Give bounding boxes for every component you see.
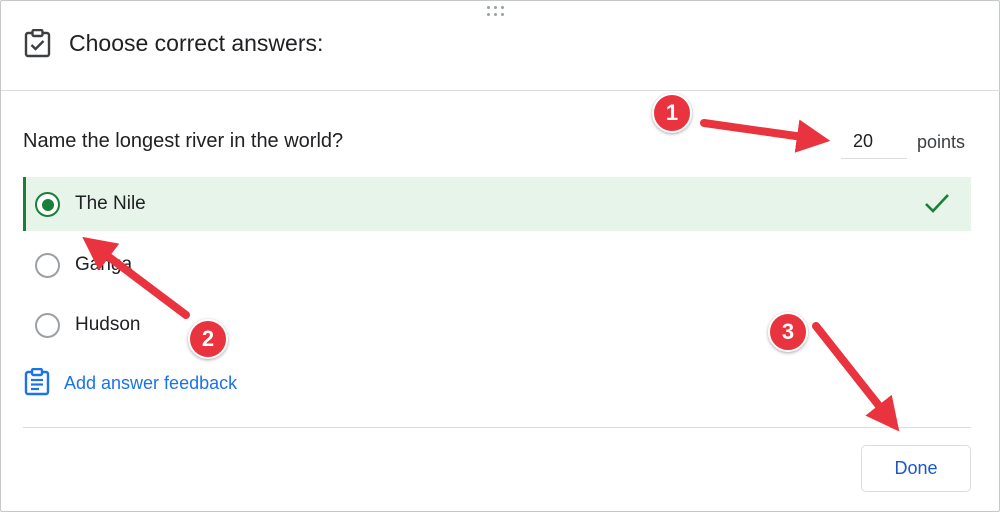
feedback-clipboard-icon (24, 368, 50, 396)
assignment-check-icon (24, 29, 51, 58)
answer-option[interactable]: Hudson (23, 298, 971, 352)
dialog-frame: Choose correct answers: Name the longest… (0, 0, 1000, 512)
points-label: points (917, 132, 966, 152)
answer-option-correct[interactable]: The Nile (23, 177, 971, 231)
check-icon (925, 194, 949, 213)
answer-option[interactable]: Ganga (23, 238, 971, 292)
question-text: Name the longest river in the world? (23, 130, 344, 152)
answer-option-label: The Nile (75, 193, 146, 214)
annotation-badge-1: 1 (652, 93, 692, 133)
annotation-badge-2: 2 (188, 319, 228, 359)
dialog-header: Choose correct answers: (1, 1, 1000, 91)
annotation-arrow-1 (700, 119, 831, 153)
answer-option-label: Hudson (75, 314, 141, 335)
points-input[interactable] (841, 125, 907, 159)
radio-unselected-icon[interactable] (35, 313, 60, 338)
radio-unselected-icon[interactable] (35, 253, 60, 278)
add-feedback-label: Add answer feedback (64, 373, 238, 393)
footer-divider (23, 427, 971, 428)
done-button[interactable]: Done (861, 445, 971, 492)
dialog-title: Choose correct answers: (69, 30, 324, 56)
annotation-badge-3: 3 (768, 312, 808, 352)
radio-selected-icon[interactable] (35, 192, 60, 217)
answer-option-label: Ganga (75, 254, 133, 275)
